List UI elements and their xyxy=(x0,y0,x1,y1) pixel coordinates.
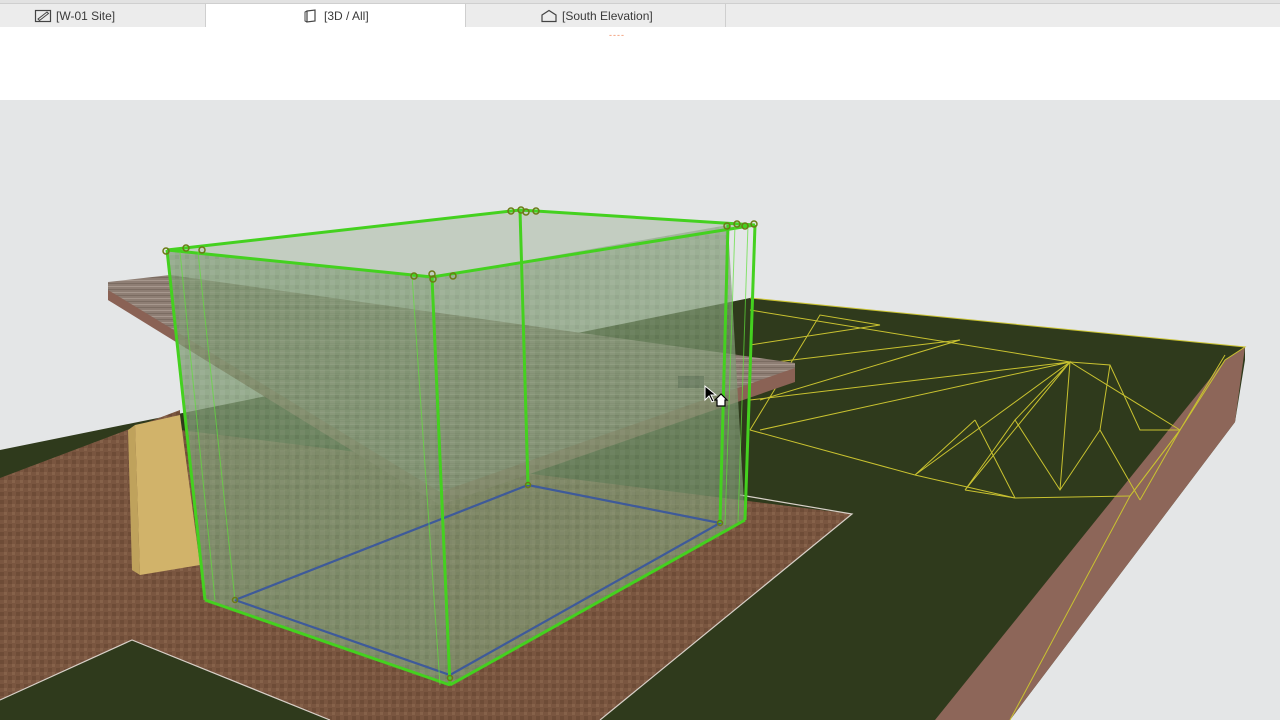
tab-label: [W-01 Site] xyxy=(56,8,116,23)
tab-label: [South Elevation] xyxy=(562,8,653,23)
tab-3d-all[interactable]: [3D / All] xyxy=(206,4,466,28)
archicad-window: [W-01 Site] [3D / All] [South Elevation]… xyxy=(0,0,1280,720)
tab-label: [3D / All] xyxy=(324,9,369,23)
loading-indicator: ---- xyxy=(609,30,625,40)
view-tab-bar: [W-01 Site] [3D / All] [South Elevation] xyxy=(0,0,1280,28)
site-plan-icon xyxy=(34,9,52,23)
tab-bar-empty-area xyxy=(726,4,1280,27)
3d-scene[interactable] xyxy=(0,100,1280,720)
toolbar-area xyxy=(0,27,1280,100)
elevation-icon xyxy=(540,9,558,23)
tab-south-elevation[interactable]: [South Elevation] xyxy=(466,4,726,27)
3d-viewport[interactable] xyxy=(0,100,1280,720)
3d-view-icon xyxy=(302,9,320,23)
tab-site-plan[interactable]: [W-01 Site] xyxy=(0,4,206,27)
